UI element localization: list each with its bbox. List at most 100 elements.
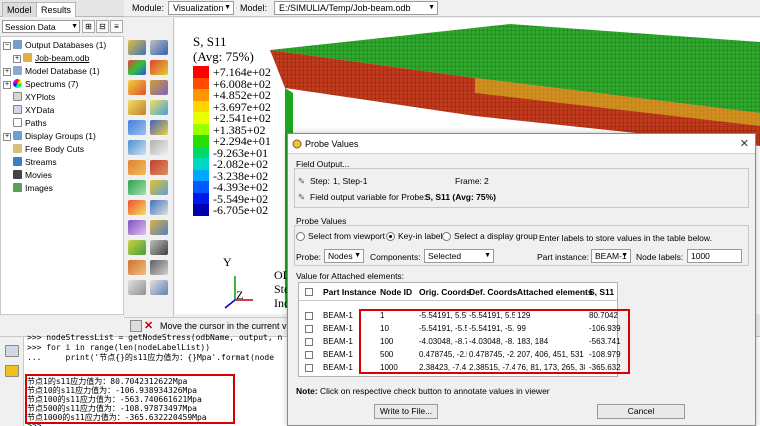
step-label: Step: (310, 176, 330, 186)
value-for-label: Value for Attached elements: (296, 271, 405, 281)
tree-item-label: Display Groups (1) (25, 131, 96, 141)
probe-type-select[interactable]: Nodes ▼ (324, 249, 364, 263)
legend-color-swatch (193, 66, 209, 78)
arrow-annotation-icon[interactable] (128, 280, 146, 295)
model-select[interactable]: E:/SIMULIA/Temp/Job-beam.odb ▼ (274, 1, 438, 15)
row-checkbox[interactable] (305, 364, 313, 372)
plot-contours-icon[interactable] (128, 60, 146, 75)
select-all-checkbox[interactable] (305, 288, 313, 296)
tree-item-label: Output Databases (1) (25, 40, 107, 50)
model-select-value: E:/SIMULIA/Temp/Job-beam.odb (279, 3, 411, 13)
abaqus-cae-window: Model Results Module: Visualization ▼ Mod… (0, 0, 760, 426)
tree-item-free-body-cuts[interactable]: Free Body Cuts (13, 143, 84, 155)
plot-contours-both-icon[interactable] (150, 60, 168, 75)
plot-symbols-icon[interactable] (128, 80, 146, 95)
tree-item-output-databases[interactable]: − Output Databases (1) (3, 39, 106, 51)
close-icon[interactable]: ✕ (740, 137, 749, 150)
tree-collapse-icon[interactable]: ⊟ (96, 20, 109, 33)
tree-item-streams[interactable]: Streams (13, 156, 57, 168)
message-area-icon[interactable] (5, 345, 19, 357)
report-field-output-icon[interactable] (128, 160, 146, 175)
model-results-tabs: Model Results (0, 0, 124, 17)
allow-multiple-plot-states-icon[interactable] (128, 100, 146, 115)
tab-model[interactable]: Model (2, 2, 37, 17)
tree-item-display-groups[interactable]: + Display Groups (1) (3, 130, 96, 142)
layout-manager-icon[interactable] (150, 280, 168, 295)
radio-viewport-label: Select from viewport (308, 231, 385, 241)
expand-icon[interactable]: + (3, 133, 11, 141)
triad-z-axis (224, 299, 236, 309)
radio-key-in-label[interactable] (386, 232, 395, 241)
plot-deformed-icon[interactable] (150, 40, 168, 55)
tab-results[interactable]: Results (36, 2, 77, 17)
cancel-button[interactable]: Cancel (597, 404, 685, 419)
expand-icon[interactable]: + (13, 55, 21, 63)
session-data-select[interactable]: Session Data ▼ (2, 20, 80, 33)
tree-item-paths[interactable]: Paths (13, 117, 47, 129)
expand-icon[interactable]: + (3, 81, 11, 89)
tree-options-icon[interactable]: ≡ (110, 20, 123, 33)
radio-select-display-group[interactable] (442, 232, 451, 241)
free-body-cut-icon (13, 144, 22, 153)
create-path-icon[interactable] (150, 160, 168, 175)
xy-data-manager-icon[interactable] (128, 140, 146, 155)
animate-time-history-icon[interactable] (150, 100, 168, 115)
view-cut-manager-icon[interactable] (128, 220, 146, 235)
plot-undeformed-icon[interactable] (128, 40, 146, 55)
create-display-group-icon[interactable] (128, 180, 146, 195)
console-line: ... print('节点{}的s11应力值为：{}Mpa'.format(no… (27, 353, 275, 362)
row-checkbox[interactable] (305, 312, 313, 320)
cell-part-instance: BEAM-1 (323, 350, 353, 359)
common-plot-options-icon[interactable] (128, 200, 146, 215)
header-divider (299, 300, 617, 301)
tree-item-movies[interactable]: Movies (13, 169, 52, 181)
probe-values-dialog: Probe Values ✕ Field Output... ✎ Step: 1… (287, 133, 756, 426)
animate-harmonic-icon[interactable] (150, 120, 168, 135)
tree-item-model-database[interactable]: + Model Database (1) (3, 65, 100, 77)
write-to-file-button[interactable]: Write to File... (374, 404, 438, 419)
expand-icon[interactable]: + (3, 68, 11, 76)
note-label: Note: (296, 386, 318, 396)
animate-scale-factor-icon[interactable] (128, 120, 146, 135)
database-icon (13, 66, 22, 75)
probe-type-value: Nodes (328, 251, 353, 261)
dialog-titlebar[interactable]: Probe Values ✕ (288, 134, 755, 154)
tree-item-xyplots[interactable]: XYPlots (13, 91, 55, 103)
tree-item-images[interactable]: Images (13, 182, 53, 194)
contour-options-icon[interactable] (150, 200, 168, 215)
module-select[interactable]: Visualization ▼ (168, 1, 234, 15)
create-xy-data-icon[interactable] (150, 140, 168, 155)
text-annotation-icon[interactable] (150, 260, 168, 275)
back-arrow-icon[interactable] (130, 320, 142, 332)
python-shell-icon[interactable] (5, 365, 19, 377)
part-instance-select[interactable]: BEAM-1 ▼ (591, 249, 631, 263)
row-checkbox[interactable] (305, 338, 313, 346)
row-checkbox[interactable] (305, 325, 313, 333)
replace-selected-icon[interactable] (150, 180, 168, 195)
tree-item-job-beam-odb[interactable]: + Job-beam.odb (13, 52, 89, 64)
collapse-icon[interactable]: − (3, 42, 11, 50)
cancel-x-icon[interactable]: ✕ (144, 319, 153, 332)
note-text: Click on respective check button to anno… (320, 386, 550, 396)
create-stream-icon[interactable] (150, 240, 168, 255)
legend-color-swatch (193, 146, 209, 159)
cell-part-instance: BEAM-1 (323, 311, 353, 320)
components-select[interactable]: Selected ▼ (424, 249, 494, 263)
row-checkbox[interactable] (305, 351, 313, 359)
model-label: Model: (240, 3, 268, 13)
movie-icon (13, 170, 22, 179)
image-icon (13, 183, 22, 192)
tree-item-label: Model Database (1) (25, 66, 100, 76)
triad-y-label: Y (223, 255, 232, 269)
tree-filter-icon[interactable]: ⊞ (82, 20, 95, 33)
activate-view-cut-icon[interactable] (150, 220, 168, 235)
create-free-body-cut-icon[interactable] (128, 260, 146, 275)
query-information-icon[interactable] (128, 240, 146, 255)
legend-value: -6.705e+02 (213, 203, 269, 217)
node-labels-input[interactable]: 1000 (687, 249, 742, 263)
radio-select-from-viewport[interactable] (296, 232, 305, 241)
tree-item-spectrums[interactable]: + Spectrums (7) (3, 78, 78, 90)
tree-item-xydata[interactable]: XYData (13, 104, 54, 116)
plot-material-orientation-icon[interactable] (150, 80, 168, 95)
frame-value: 2 (484, 176, 489, 186)
